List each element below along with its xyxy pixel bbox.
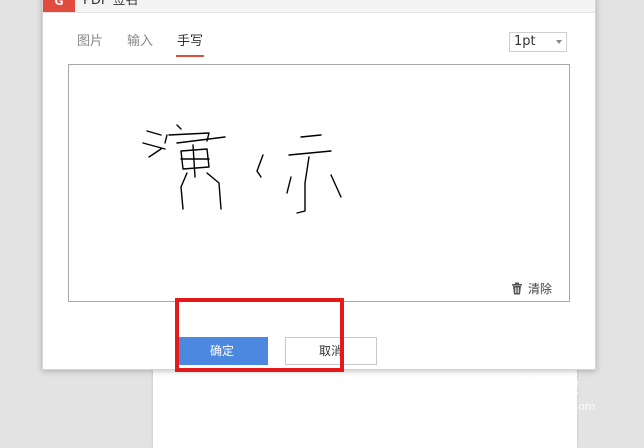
handwriting-strokes (142, 124, 342, 214)
tab-handwriting[interactable]: 手写 (175, 33, 205, 57)
watermark-url: jingyan.baidu.com (494, 400, 596, 413)
dialog-titlebar: G PDF 签名 (43, 0, 595, 13)
tab-input[interactable]: 输入 (127, 33, 153, 51)
tab-image[interactable]: 图片 (77, 33, 103, 51)
handwriting-canvas[interactable]: 清除 (68, 64, 570, 302)
chevron-down-icon (556, 40, 562, 44)
pen-size-value: 1pt (514, 34, 536, 49)
trash-icon (512, 282, 522, 295)
baidu-jingyan-watermark: Bai 经验 jingyan.baidu.com (492, 370, 616, 420)
annotation-highlight-box (175, 298, 344, 372)
clear-label: 清除 (528, 282, 553, 296)
dialog-title: PDF 签名 (83, 0, 139, 8)
watermark-brand: Bai 经验 (492, 374, 579, 398)
pen-size-select[interactable]: 1pt (509, 32, 567, 52)
app-icon: G (43, 0, 75, 12)
